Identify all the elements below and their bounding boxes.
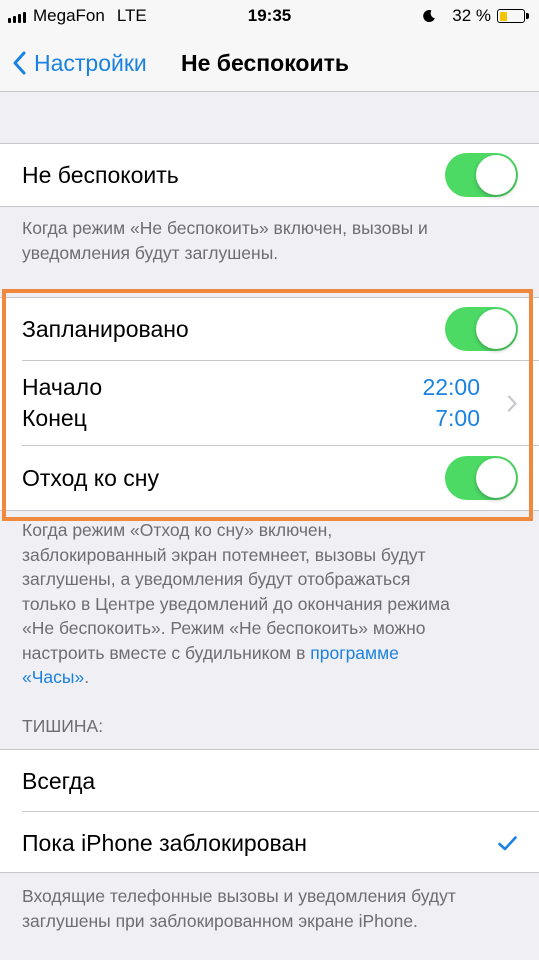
- bedtime-footer: Когда режим «Отход ко сну» включен, забл…: [22, 520, 450, 687]
- checkmark-icon: [498, 836, 517, 851]
- option-label: Пока iPhone заблокирован: [22, 830, 307, 856]
- schedule-times-row[interactable]: Начало Конец 22:00 7:00: [0, 361, 539, 445]
- page-title: Не беспокоить: [181, 50, 350, 76]
- row-divider: [22, 445, 539, 446]
- back-button[interactable]: Настройки: [12, 34, 147, 92]
- battery-percent: 32 %: [452, 6, 491, 25]
- dnd-label: Не беспокоить: [22, 162, 179, 188]
- scheduled-label: Запланировано: [22, 316, 189, 342]
- clock-app-link-continued[interactable]: «Часы»: [22, 667, 84, 687]
- silence-footer: Входящие телефонные вызовы и уведомления…: [22, 886, 456, 931]
- scheduled-toggle[interactable]: [445, 307, 518, 351]
- end-time-value: 7:00: [435, 405, 480, 431]
- dnd-group: Не беспокоить: [0, 143, 539, 207]
- silence-header: ТИШИНА:: [22, 716, 104, 736]
- silence-option-always[interactable]: Всегда: [0, 750, 539, 812]
- end-label: Конец: [22, 405, 87, 431]
- option-label: Всегда: [22, 768, 96, 794]
- chevron-right-icon: [507, 395, 517, 412]
- back-label: Настройки: [34, 49, 147, 76]
- moon-icon: [423, 10, 436, 23]
- dnd-toggle[interactable]: [445, 153, 518, 197]
- dnd-footer: Когда режим «Не беспокоить» включен, выз…: [22, 218, 428, 263]
- scheduled-group: Запланировано Начало Конец 22:00 7:00 От…: [0, 297, 539, 511]
- bedtime-label: Отход ко сну: [22, 465, 159, 491]
- bedtime-toggle[interactable]: [445, 456, 518, 500]
- start-time-value: 22:00: [422, 374, 480, 400]
- navigation-bar: Настройки Не беспокоить: [0, 34, 539, 92]
- start-label: Начало: [22, 374, 103, 400]
- chevron-left-icon: [13, 51, 26, 75]
- battery-tip: [526, 13, 529, 19]
- battery-fill: [499, 11, 507, 21]
- battery-icon: [497, 9, 525, 23]
- silence-option-locked[interactable]: Пока iPhone заблокирован: [0, 812, 539, 874]
- status-bar: MegaFon LTE 19:35 32 %: [0, 0, 539, 34]
- silence-group: Всегда Пока iPhone заблокирован: [0, 749, 539, 873]
- clock-app-link[interactable]: программе: [310, 643, 399, 663]
